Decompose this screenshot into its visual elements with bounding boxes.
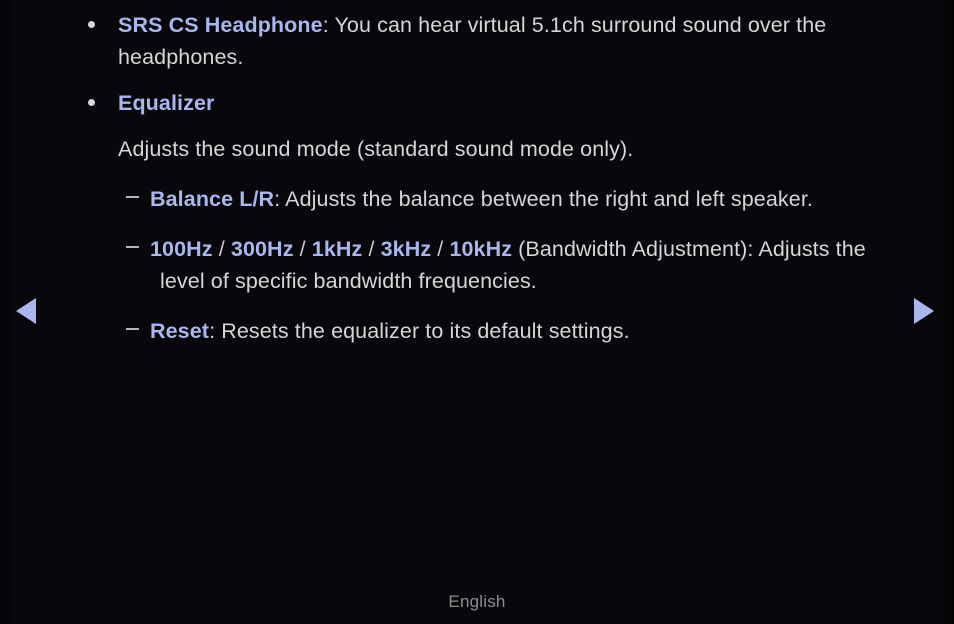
- bullet-icon: [88, 99, 95, 106]
- term-separator: :: [209, 319, 222, 343]
- dash-icon: [126, 196, 139, 198]
- list-item: 100Hz / 300Hz / 1kHz / 3kHz / 10kHz (Ban…: [0, 233, 954, 297]
- term-separator: :: [274, 187, 286, 211]
- key-separator: /: [362, 237, 381, 261]
- language-label: English: [448, 592, 506, 611]
- dash-icon: [126, 328, 139, 330]
- list-item-text: Equalizer: [118, 87, 894, 119]
- paragraph-text: Adjusts the sound mode (standard sound m…: [118, 137, 634, 161]
- list-item-text: 100Hz / 300Hz / 1kHz / 3kHz / 10kHz (Ban…: [150, 233, 894, 297]
- list-item: SRS CS Headphone: You can hear virtual 5…: [0, 9, 954, 73]
- manual-content: SRS CS Headphone: You can hear virtual 5…: [0, 0, 954, 351]
- triangle-right-icon: [914, 298, 934, 324]
- list-item-text: Reset: Resets the equalizer to its defau…: [150, 315, 894, 347]
- dash-icon: [126, 246, 139, 248]
- term-1khz: 1kHz: [311, 237, 363, 261]
- list-item-description: Resets the equalizer to its default sett…: [221, 319, 630, 343]
- term-reset: Reset: [150, 319, 210, 343]
- list-item: Balance L/R: Adjusts the balance between…: [0, 183, 954, 215]
- term-300hz: 300Hz: [230, 237, 294, 261]
- triangle-left-icon: [16, 298, 36, 324]
- list-item-text: SRS CS Headphone: You can hear virtual 5…: [118, 9, 894, 73]
- term-srs-cs-headphone: SRS CS Headphone: [118, 13, 323, 37]
- term-100hz: 100Hz: [150, 237, 213, 261]
- term-balance-lr: Balance L/R: [150, 187, 275, 211]
- previous-page-button[interactable]: [4, 289, 48, 333]
- key-separator: /: [293, 237, 312, 261]
- term-10khz: 10kHz: [449, 237, 513, 261]
- next-page-button[interactable]: [902, 289, 946, 333]
- emanual-screen: SRS CS Headphone: You can hear virtual 5…: [0, 0, 954, 624]
- term-equalizer: Equalizer: [118, 91, 215, 115]
- list-item: Equalizer: [0, 87, 954, 119]
- paragraph: Adjusts the sound mode (standard sound m…: [0, 133, 954, 165]
- list-item-text: Balance L/R: Adjusts the balance between…: [150, 183, 894, 215]
- key-separator: /: [212, 237, 231, 261]
- list-item-description: Adjusts the balance between the right an…: [285, 187, 813, 211]
- key-separator: /: [431, 237, 450, 261]
- bullet-icon: [88, 21, 95, 28]
- term-separator: :: [322, 13, 335, 37]
- list-item: Reset: Resets the equalizer to its defau…: [0, 315, 954, 347]
- term-3khz: 3kHz: [380, 237, 432, 261]
